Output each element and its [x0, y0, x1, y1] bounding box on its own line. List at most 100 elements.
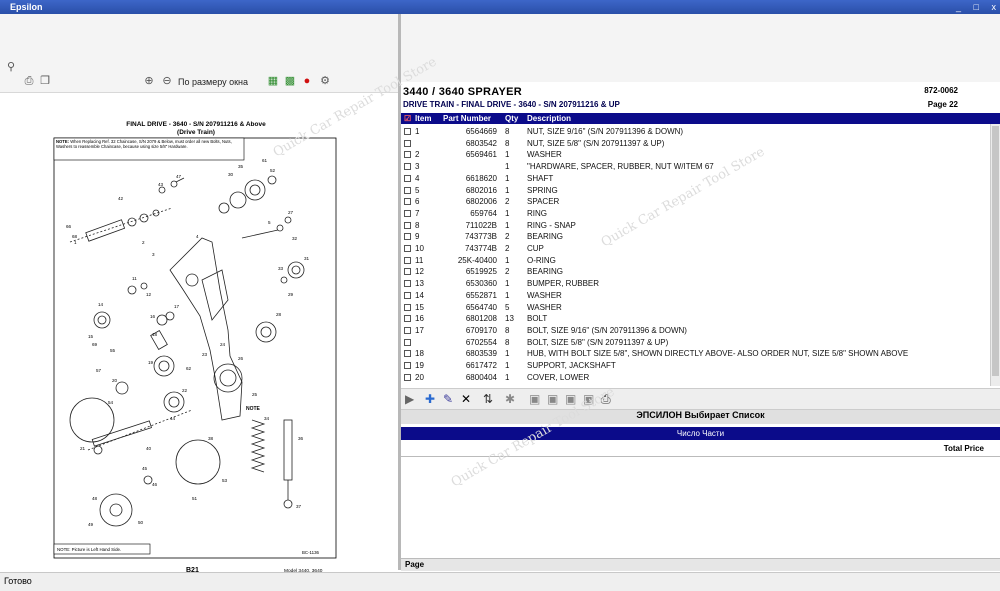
add-icon[interactable]: ✚ — [425, 392, 435, 406]
magnifier-icon[interactable]: ⚲ — [4, 60, 18, 74]
row-checkbox[interactable] — [404, 128, 411, 135]
table-row[interactable]: 8 711022B 1 RING - SNAP — [401, 220, 991, 231]
callout-number[interactable]: 17 — [174, 304, 180, 309]
callout-number[interactable]: 26 — [238, 356, 244, 361]
column-part-number[interactable]: Part Number — [443, 114, 491, 123]
callout-number[interactable]: 27 — [288, 210, 294, 215]
callout-number[interactable]: 20 — [112, 378, 118, 383]
fit-page-icon[interactable]: ▩ — [283, 74, 297, 88]
settings-icon[interactable]: ⚙ — [318, 74, 332, 88]
callout-number[interactable]: 68 — [72, 234, 78, 239]
callout-number[interactable]: 2 — [142, 240, 145, 245]
table-row[interactable]: 2 6569461 1 WASHER — [401, 149, 991, 160]
table-row[interactable]: 6803542 8 NUT, SIZE 5/8" (S/N 207911397 & … — [401, 138, 991, 149]
table-row[interactable]: 17 6709170 8 BOLT, SIZE 9/16" (S/N 20791139… — [401, 325, 991, 336]
print-icon[interactable]: ⎙ — [22, 74, 36, 88]
table-row[interactable]: 6 6802006 2 SPACER — [401, 196, 991, 207]
table-row[interactable]: 10 743774B 2 CUP — [401, 243, 991, 254]
row-checkbox[interactable] — [404, 280, 411, 288]
zoom-out-icon[interactable]: ⊖ — [160, 74, 174, 88]
table-row[interactable]: 11 25K-40400 1 O-RING — [401, 255, 991, 266]
callout-number[interactable]: 18 — [152, 332, 158, 337]
table-row[interactable]: 15 6564740 5 WASHER — [401, 302, 991, 313]
tag-icon[interactable]: ✱ — [505, 392, 515, 406]
row-checkbox[interactable] — [404, 291, 411, 299]
row-checkbox[interactable] — [404, 209, 411, 217]
row-checkbox[interactable] — [404, 373, 411, 381]
row-checkbox[interactable] — [404, 338, 411, 346]
callout-number[interactable]: 54 — [108, 400, 114, 405]
stop-icon[interactable]: ● — [300, 74, 314, 88]
table-row[interactable]: 4 6618620 1 SHAFT — [401, 173, 991, 184]
table-row[interactable]: 19 6617472 1 SUPPORT, JACKSHAFT — [401, 360, 991, 371]
row-checkbox[interactable] — [404, 315, 411, 323]
callout-number[interactable]: 28 — [276, 312, 282, 317]
callout-number[interactable]: 1 — [74, 240, 77, 245]
table-row[interactable]: 12 6519925 2 BEARING — [401, 266, 991, 277]
sort-icon[interactable]: ⇅ — [483, 392, 493, 406]
callout-number[interactable]: 30 — [228, 172, 234, 177]
callout-number[interactable]: 21 — [80, 446, 86, 451]
row-checkbox[interactable] — [404, 303, 411, 311]
cart-icon[interactable]: ▣ — [529, 392, 540, 406]
row-checkbox[interactable] — [404, 256, 411, 264]
cart-remove-icon[interactable]: ▣ — [565, 392, 576, 406]
callout-number[interactable]: 61 — [262, 158, 268, 163]
callout-number[interactable]: 35 — [238, 164, 244, 169]
callout-number[interactable]: 4 — [196, 234, 199, 239]
row-checkbox[interactable] — [404, 326, 411, 334]
callout-number[interactable]: 16 — [150, 314, 156, 319]
play-icon[interactable]: ▶ — [405, 392, 414, 406]
column-description[interactable]: Description — [527, 114, 571, 123]
row-checkbox[interactable] — [404, 268, 411, 276]
row-checkbox[interactable] — [404, 350, 411, 358]
callout-number[interactable]: 45 — [142, 466, 148, 471]
table-row[interactable]: 7 659764 1 RING — [401, 208, 991, 219]
table-row[interactable]: 18 6803539 1 HUB, WITH BOLT SIZE 5/8", SHOW… — [401, 348, 991, 359]
table-row[interactable]: 5 6802016 1 SPRING — [401, 185, 991, 196]
callout-number[interactable]: 37 — [296, 504, 302, 509]
callout-number[interactable]: 23 — [202, 352, 208, 357]
callout-number[interactable]: 40 — [146, 446, 152, 451]
callout-number[interactable]: 33 — [278, 266, 284, 271]
close-button[interactable]: x — [992, 2, 997, 12]
callout-number[interactable]: 11 — [132, 276, 137, 281]
row-checkbox[interactable] — [404, 245, 411, 252]
callout-number[interactable]: 29 — [288, 292, 294, 297]
callout-number[interactable]: 43 — [158, 182, 164, 187]
callout-number[interactable]: 34 — [264, 416, 270, 421]
copy-icon[interactable]: ❐ — [38, 74, 52, 88]
callout-number[interactable]: 19 — [148, 360, 154, 365]
callout-number[interactable]: 55 — [110, 348, 116, 353]
scrollbar-thumb[interactable] — [992, 126, 999, 376]
zoom-select[interactable]: По размеру окна — [178, 77, 248, 87]
row-checkbox[interactable] — [404, 174, 411, 182]
callout-number[interactable]: 62 — [186, 366, 192, 371]
minimize-button[interactable]: _ — [956, 2, 961, 12]
callout-number[interactable]: 3 — [152, 252, 155, 257]
row-checkbox[interactable] — [404, 198, 411, 206]
parts-scrollbar[interactable] — [990, 124, 1000, 386]
callout-number[interactable]: 32 — [292, 236, 298, 241]
table-row[interactable]: 16 6801208 13 BOLT — [401, 313, 991, 324]
callout-number[interactable]: 47 — [176, 174, 182, 179]
part-count-column[interactable]: Число Части — [401, 427, 1000, 440]
callout-number[interactable]: 46 — [152, 482, 158, 487]
cart-add-icon[interactable]: ▣ — [547, 392, 558, 406]
fit-width-icon[interactable]: ▦ — [266, 74, 280, 88]
select-all-checkbox[interactable]: ☑ — [404, 114, 411, 123]
callout-number[interactable]: 12 — [146, 292, 152, 297]
callout-number[interactable]: 15 — [88, 334, 94, 339]
callout-number[interactable]: 5 — [268, 220, 271, 225]
callout-number[interactable]: 44 — [170, 416, 176, 421]
row-checkbox[interactable] — [404, 362, 411, 369]
delete-icon[interactable]: ✕ — [461, 392, 471, 406]
callout-number[interactable]: 49 — [88, 522, 94, 527]
table-row[interactable]: 13 6530360 1 BUMPER, RUBBER — [401, 278, 991, 289]
callout-number[interactable]: 52 — [270, 168, 276, 173]
table-row[interactable]: 20 6800404 1 COVER, LOWER — [401, 372, 991, 383]
table-row[interactable]: 6702554 8 BOLT, SIZE 5/8" (S/N 207911397 &… — [401, 337, 991, 348]
maximize-button[interactable]: □ — [974, 2, 979, 12]
column-item[interactable]: Item — [415, 114, 431, 123]
table-row[interactable]: 9 743773B 2 BEARING — [401, 231, 991, 242]
